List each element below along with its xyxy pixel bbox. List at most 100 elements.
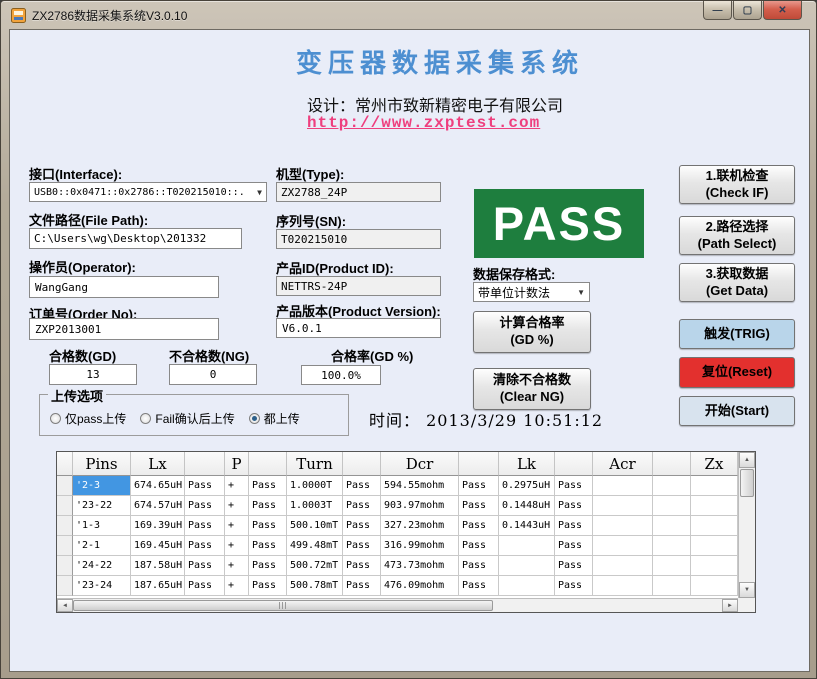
table-cell[interactable] [691,476,738,496]
column-header[interactable] [459,452,499,476]
table-cell[interactable]: 187.65uH [131,576,185,596]
scroll-up-icon[interactable]: ▲ [739,452,755,468]
table-cell[interactable]: '2-1 [73,536,131,556]
maximize-button[interactable]: ▢ [733,1,762,20]
table-cell[interactable]: '2-3 [73,476,131,496]
trig-button[interactable]: 触发(TRIG) [679,319,795,349]
horizontal-scroll-thumb[interactable] [73,600,493,611]
product-version-input[interactable] [276,318,441,338]
table-cell[interactable] [499,536,555,556]
gd-percent-input[interactable] [301,365,381,385]
table-cell[interactable]: 327.23mohm [381,516,459,536]
table-cell[interactable] [653,516,691,536]
table-cell[interactable]: 500.78mT [287,576,343,596]
table-cell[interactable]: Pass [343,556,381,576]
table-cell[interactable]: + [225,516,249,536]
radio-option[interactable]: 都上传 [249,410,300,427]
table-cell[interactable]: Pass [555,536,593,556]
table-cell[interactable] [653,576,691,596]
table-cell[interactable]: Pass [555,516,593,536]
table-cell[interactable] [499,556,555,576]
table-cell[interactable] [593,476,653,496]
table-cell[interactable] [691,516,738,536]
gd-count-input[interactable] [49,364,137,385]
table-cell[interactable]: + [225,496,249,516]
table-cell[interactable]: 0.2975uH [499,476,555,496]
scroll-left-icon[interactable]: ◄ [57,599,73,612]
row-header[interactable] [57,496,73,516]
reset-button[interactable]: 复位(Reset) [679,357,795,388]
row-header[interactable] [57,576,73,596]
table-cell[interactable]: Pass [249,496,287,516]
sn-field[interactable]: T020215010 [276,229,441,249]
table-cell[interactable]: Pass [185,576,225,596]
table-cell[interactable]: Pass [555,476,593,496]
table-cell[interactable]: 594.55mohm [381,476,459,496]
table-cell[interactable]: Pass [185,536,225,556]
table-cell[interactable] [593,536,653,556]
table-cell[interactable] [691,496,738,516]
table-cell[interactable]: Pass [343,576,381,596]
table-cell[interactable]: 674.65uH [131,476,185,496]
column-header[interactable] [555,452,593,476]
table-cell[interactable] [593,496,653,516]
table-cell[interactable] [653,496,691,516]
start-button[interactable]: 开始(Start) [679,396,795,426]
table-cell[interactable]: Pass [343,496,381,516]
column-header[interactable] [249,452,287,476]
table-cell[interactable]: Pass [249,536,287,556]
table-cell[interactable]: Pass [185,476,225,496]
table-cell[interactable] [653,476,691,496]
table-cell[interactable]: Pass [555,556,593,576]
scroll-right-icon[interactable]: ► [722,599,738,612]
table-cell[interactable]: Pass [185,496,225,516]
table-cell[interactable]: 476.09mohm [381,576,459,596]
table-cell[interactable] [593,576,653,596]
table-cell[interactable]: Pass [249,576,287,596]
table-cell[interactable]: Pass [459,516,499,536]
table-cell[interactable]: 0.1443uH [499,516,555,536]
table-cell[interactable] [499,576,555,596]
table-cell[interactable]: Pass [555,496,593,516]
table-cell[interactable] [691,576,738,596]
table-cell[interactable]: + [225,476,249,496]
table-cell[interactable]: 169.39uH [131,516,185,536]
get-data-button[interactable]: 3.获取数据 (Get Data) [679,263,795,302]
table-cell[interactable]: '1-3 [73,516,131,536]
table-cell[interactable]: 500.72mT [287,556,343,576]
row-header[interactable] [57,516,73,536]
column-header[interactable] [653,452,691,476]
order-no-input[interactable] [29,318,219,340]
table-cell[interactable]: + [225,536,249,556]
table-cell[interactable] [593,556,653,576]
save-format-select[interactable]: 带单位计数法 ▼ [473,282,590,302]
table-cell[interactable]: Pass [249,516,287,536]
row-header[interactable] [57,536,73,556]
close-button[interactable]: ✕ [763,1,802,20]
table-cell[interactable]: Pass [343,536,381,556]
table-cell[interactable]: '24-22 [73,556,131,576]
table-cell[interactable]: + [225,556,249,576]
table-cell[interactable]: Pass [459,536,499,556]
table-cell[interactable]: Pass [555,576,593,596]
table-cell[interactable]: 500.10mT [287,516,343,536]
table-cell[interactable]: 1.0000T [287,476,343,496]
site-link[interactable]: http://www.zxptest.com [307,114,540,132]
table-cell[interactable] [691,556,738,576]
column-header[interactable]: Dcr [381,452,459,476]
table-cell[interactable]: Pass [343,476,381,496]
radio-option[interactable]: 仅pass上传 [50,410,126,427]
scroll-down-icon[interactable]: ▼ [739,582,755,598]
column-header[interactable] [343,452,381,476]
clear-ng-button[interactable]: 清除不合格数 (Clear NG) [473,368,591,410]
radio-option[interactable]: Fail确认后上传 [140,410,234,427]
table-cell[interactable]: Pass [459,476,499,496]
file-path-field[interactable]: C:\Users\wg\Desktop\201332 [29,228,242,249]
ng-count-input[interactable] [169,364,257,385]
table-cell[interactable]: 0.1448uH [499,496,555,516]
table-cell[interactable]: + [225,576,249,596]
interface-select[interactable]: USB0::0x0471::0x2786::T020215010::. ▼ [29,182,267,202]
operator-input[interactable] [29,276,219,298]
vertical-scrollbar[interactable]: ▲ ▼ [738,452,755,598]
table-cell[interactable]: 187.58uH [131,556,185,576]
